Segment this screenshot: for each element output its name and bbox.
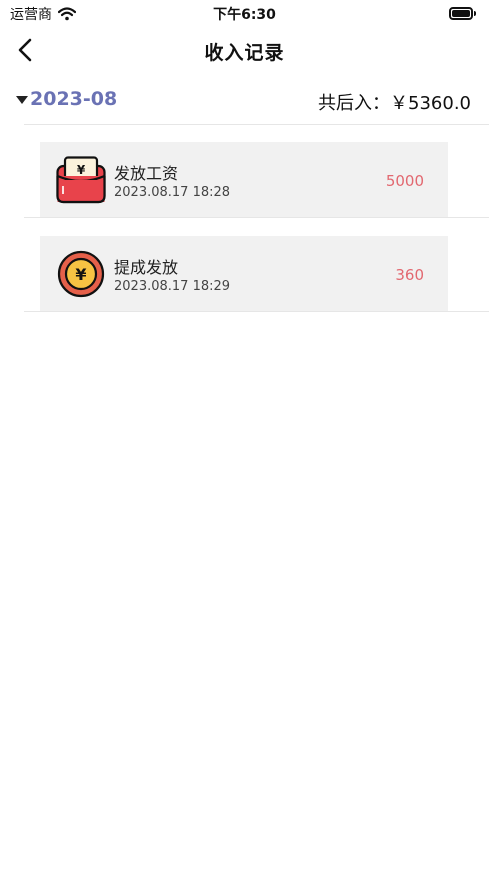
- battery-icon: [449, 6, 477, 20]
- month-label: 2023-08: [30, 88, 118, 110]
- yuan-coin-icon: ¥: [57, 250, 105, 298]
- record-title: 发放工资: [114, 164, 179, 183]
- month-toggle[interactable]: 2023-08: [16, 88, 117, 110]
- divider: [24, 311, 489, 312]
- record-time: 2023.08.17 18:29: [114, 279, 231, 294]
- month-total: 共后入：￥5360.0: [318, 93, 471, 114]
- divider: [24, 124, 489, 125]
- record-time: 2023.08.17 18:28: [114, 185, 231, 200]
- month-header: 2023-08 共后入：￥5360.0: [0, 80, 489, 122]
- caret-down-icon: [16, 96, 28, 104]
- red-envelope-icon: ¥: [56, 156, 106, 204]
- record-amount: 5000: [385, 172, 424, 190]
- status-time: 下午6:30: [213, 7, 276, 23]
- svg-text:¥: ¥: [75, 265, 86, 284]
- income-record[interactable]: ¥ 提成发放 2023.08.17 18:29 360: [40, 236, 448, 311]
- nav-bar: 收入记录: [0, 26, 489, 76]
- record-title: 提成发放: [114, 258, 179, 277]
- svg-text:¥: ¥: [77, 163, 86, 177]
- page-title: 收入记录: [204, 42, 285, 64]
- divider: [24, 217, 489, 218]
- record-amount: 360: [395, 266, 424, 284]
- status-bar: 运营商 下午6:30: [0, 0, 489, 26]
- income-record[interactable]: ¥ 发放工资 2023.08.17 18:28 5000: [40, 142, 448, 217]
